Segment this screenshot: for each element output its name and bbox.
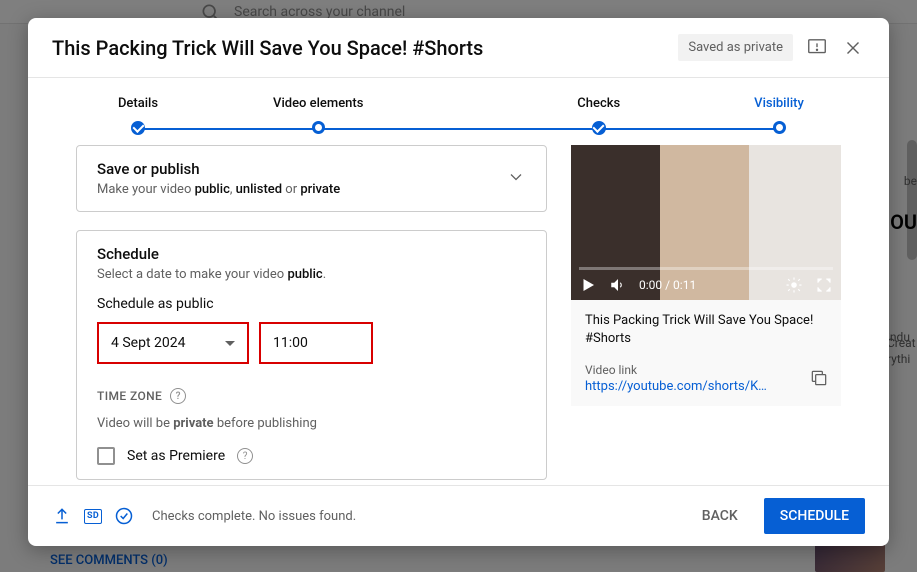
step-dot-done-icon [131,121,145,135]
saved-badge: Saved as private [678,34,793,61]
save-publish-card[interactable]: Save or publish Make your video public, … [76,145,547,212]
player-time: 0:00 / 0:11 [639,278,696,292]
footer-message: Checks complete. No issues found. [152,509,356,524]
feedback-button[interactable] [805,36,829,60]
timezone-label: TIME ZONE [97,389,162,403]
step-line [138,128,779,130]
premiere-checkbox[interactable] [97,447,115,465]
sp-b2: unlisted [236,182,282,197]
time-picker[interactable]: 11:00 [259,322,373,364]
player-controls: 0:00 / 0:11 [579,276,833,294]
modal-body: Save or publish Make your video public, … [28,135,889,485]
step-dot-ring-icon [312,121,325,134]
step-visibility-label: Visibility [739,96,819,111]
n-post: before publishing [214,416,317,431]
meta-link[interactable]: https://youtube.com/shorts/KO... [585,379,775,394]
modal-title: This Packing Trick Will Save You Space! … [52,36,666,60]
video-preview[interactable]: 0:00 / 0:11 [571,145,841,300]
sd-badge: SD [84,509,102,524]
save-publish-text: Save or publish Make your video public, … [97,160,340,197]
n-b: private [173,416,213,431]
schedule-title: Schedule [97,245,526,263]
close-button[interactable] [841,36,865,60]
sc-b: public [287,267,322,282]
video-meta: This Packing Trick Will Save You Space! … [571,300,841,405]
upload-modal: This Packing Trick Will Save You Space! … [28,18,889,546]
dropdown-triangle-icon [225,341,235,346]
chevron-down-icon [506,167,526,191]
sp-b3: private [300,182,340,197]
private-note: Video will be private before publishing [97,416,526,431]
meta-link-label: Video link [585,363,827,377]
volume-icon[interactable] [609,276,627,294]
schedule-as-label: Schedule as public [97,296,526,312]
copy-icon [809,368,829,388]
sp-s2: or [282,182,300,197]
schedule-subtitle: Select a date to make your video public. [97,267,526,282]
close-icon [842,37,864,59]
check-circle-icon [114,506,134,526]
sp-pre: Make your video [97,182,195,197]
help-icon[interactable]: ? [170,388,186,404]
save-publish-title: Save or publish [97,160,340,178]
n-pre: Video will be [97,416,173,431]
sp-b1: public [195,182,230,197]
timezone-row[interactable]: TIME ZONE ? [97,388,526,404]
time-value: 11:00 [273,335,308,351]
settings-icon[interactable] [785,276,803,294]
checks-status-icon [114,506,134,526]
schedule-card: Schedule Select a date to make your vide… [76,230,547,480]
stepper-wrap: Details Video elements Checks Visibility [28,78,889,135]
step-details-label: Details [98,96,178,111]
help-icon[interactable]: ? [237,448,253,464]
step-checks-label: Checks [459,96,740,111]
progress-bar[interactable] [579,267,833,270]
modal-header: This Packing Trick Will Save You Space! … [28,18,889,78]
picker-row: 4 Sept 2024 11:00 [97,322,526,364]
schedule-button[interactable]: SCHEDULE [764,498,865,534]
upload-status-icon [52,506,72,526]
date-picker[interactable]: 4 Sept 2024 [97,322,249,364]
meta-title: This Packing Trick Will Save You Space! … [585,312,827,348]
step-elements-label: Video elements [178,96,459,111]
copy-button[interactable] [809,368,829,392]
feedback-icon [806,37,828,59]
stepper: Details Video elements Checks Visibility [28,78,889,135]
date-value: 4 Sept 2024 [111,335,185,351]
play-icon[interactable] [579,276,597,294]
save-publish-subtitle: Make your video public, unlisted or priv… [97,182,340,197]
back-button[interactable]: BACK [688,500,752,532]
step-dot-active-icon [773,121,786,134]
modal-footer: SD Checks complete. No issues found. BAC… [28,485,889,546]
sc-pre: Select a date to make your video [97,267,287,282]
left-column: Save or publish Make your video public, … [76,145,547,485]
fullscreen-icon[interactable] [815,276,833,294]
step-dot-done-icon [592,121,606,135]
premiere-row[interactable]: Set as Premiere ? [97,447,526,465]
upload-icon [52,506,72,526]
right-column: 0:00 / 0:11 This Packing Trick Will Save… [571,145,841,485]
premiere-label: Set as Premiere [127,448,225,464]
